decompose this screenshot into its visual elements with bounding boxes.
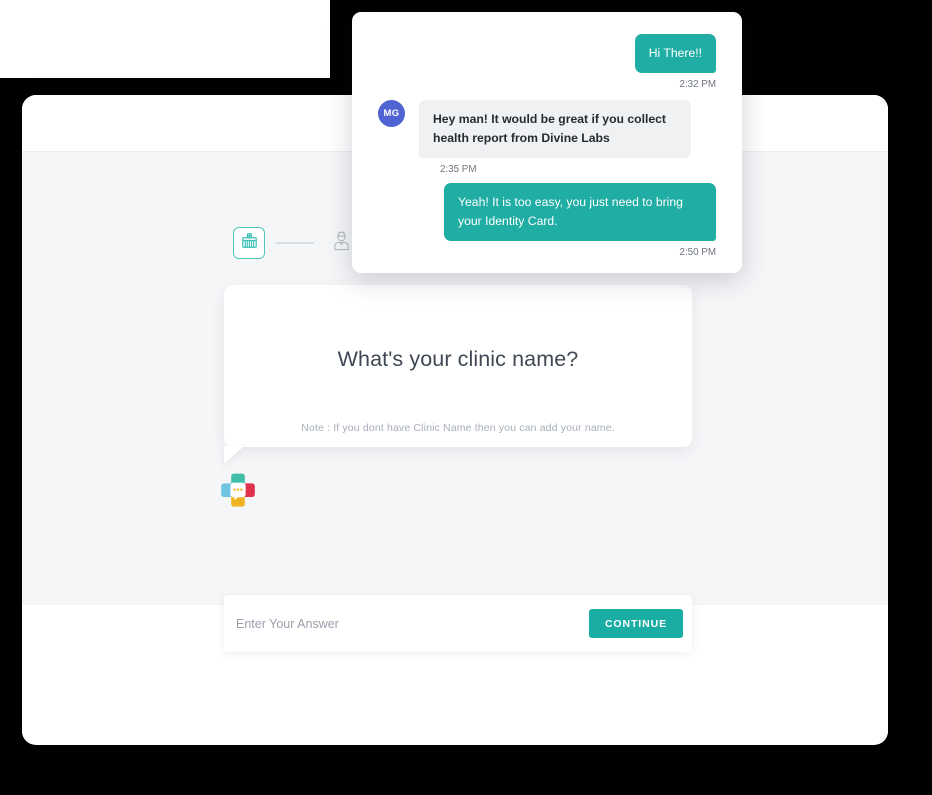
- chat-message-incoming: MG Hey man! It would be great if you col…: [378, 99, 716, 158]
- doctor-person-icon: [332, 230, 351, 256]
- clinic-building-icon: [240, 231, 259, 255]
- stepper-step-clinic[interactable]: [233, 227, 265, 259]
- backdrop-panel: [0, 0, 330, 78]
- chat-bubble: Yeah! It is too easy, you just need to b…: [444, 182, 716, 241]
- onboarding-stepper: [233, 227, 357, 259]
- chat-spacer: [378, 175, 716, 183]
- question-card-tail: [224, 446, 244, 464]
- chat-panel: Hi There!! 2:32 PM MG Hey man! It would …: [352, 12, 742, 273]
- chat-timestamp: 2:32 PM: [679, 78, 717, 90]
- chat-message-outgoing: Hi There!!: [378, 34, 716, 73]
- chat-timestamp: 2:50 PM: [679, 246, 717, 258]
- question-card: What's your clinic name? Note : If you d…: [224, 285, 692, 464]
- stepper-connector-line: [276, 242, 314, 244]
- answer-bar: CONTINUE: [224, 595, 692, 652]
- chat-spacer: [378, 90, 716, 100]
- chat-bubble: Hi There!!: [634, 34, 716, 73]
- medical-cross-chat-logo: [219, 471, 257, 509]
- chat-bubble: Hey man! It would be great if you collec…: [419, 99, 691, 158]
- question-note: Note : If you dont have Clinic Name then…: [301, 422, 615, 434]
- screenshot-stage: What's your clinic name? Note : If you d…: [0, 0, 932, 795]
- continue-button[interactable]: CONTINUE: [588, 609, 683, 638]
- avatar: MG: [378, 99, 405, 127]
- chat-timestamp: 2:35 PM: [440, 163, 477, 175]
- page-title: What's your clinic name?: [337, 347, 579, 371]
- answer-input[interactable]: [236, 595, 589, 652]
- chat-message-outgoing: Yeah! It is too easy, you just need to b…: [378, 182, 716, 241]
